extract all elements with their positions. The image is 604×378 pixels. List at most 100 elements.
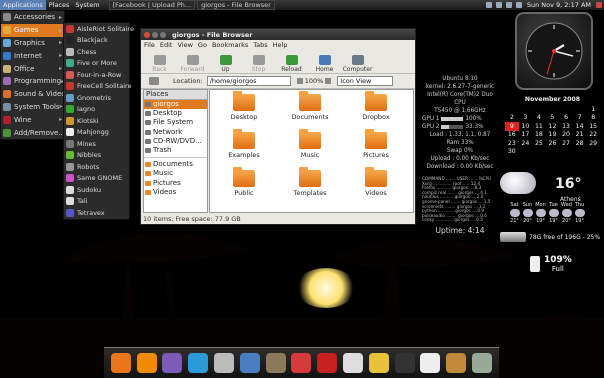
calendar-day[interactable] <box>546 105 560 114</box>
menu-item-nibbles[interactable]: Nibbles <box>64 150 129 162</box>
menu-item-four-in-a-row[interactable]: Four-in-a-Row <box>64 69 129 81</box>
menu-item-wine[interactable]: Wine ▸ <box>1 113 64 126</box>
menu-item-chess[interactable]: Chess <box>64 46 129 58</box>
calendar-day[interactable]: 27 <box>559 139 573 148</box>
menu-item-klotski[interactable]: Klotski <box>64 115 129 127</box>
cd-burner-icon[interactable] <box>343 353 364 373</box>
menu-item-same-gnome[interactable]: Same GNOME <box>64 173 129 185</box>
folder-documents[interactable]: Documents <box>280 91 340 121</box>
calendar-day[interactable] <box>519 148 533 157</box>
calendar-day[interactable]: 26 <box>546 139 560 148</box>
calendar-day[interactable] <box>573 148 587 157</box>
calendar-day[interactable]: 14 <box>573 122 587 131</box>
folder-dropbox[interactable]: Dropbox <box>346 91 406 121</box>
skype-icon[interactable] <box>188 353 209 373</box>
calendar-day[interactable]: 25 <box>532 139 546 148</box>
calendar-day[interactable]: 2 <box>505 114 519 123</box>
toggle-location-icon[interactable] <box>149 77 159 85</box>
calendar-day[interactable]: 6 <box>559 114 573 123</box>
menu-item-graphics[interactable]: Graphics ▸ <box>1 37 64 50</box>
menu-item-internet[interactable]: Internet ▸ <box>1 49 64 62</box>
folder-public[interactable]: Public <box>214 167 274 197</box>
calendar-day[interactable] <box>532 105 546 114</box>
usb-device-icon[interactable] <box>214 353 235 373</box>
minimize-icon[interactable] <box>152 31 158 38</box>
up-button[interactable]: Up <box>209 55 242 73</box>
folder-templates[interactable]: Templates <box>280 167 340 197</box>
chat-icon[interactable] <box>368 353 389 373</box>
calendar-day[interactable]: 21 <box>573 131 587 140</box>
package-icon[interactable] <box>446 353 467 373</box>
calendar-day[interactable] <box>532 148 546 157</box>
menu-item-robots[interactable]: Robots <box>64 161 129 173</box>
menu-help[interactable]: Help <box>273 41 288 49</box>
calendar-day[interactable]: 9 <box>505 122 519 131</box>
menu-item-programming[interactable]: Programming▸ <box>1 75 64 88</box>
firefox-icon[interactable] <box>110 353 131 373</box>
vlc-icon[interactable] <box>136 353 157 373</box>
menu-item-tetravex[interactable]: Tetravex <box>64 207 129 219</box>
calendar-day[interactable] <box>559 105 573 114</box>
menu-item-five-or-more[interactable]: Five or More <box>64 58 129 70</box>
calendar-day[interactable]: 11 <box>532 122 546 131</box>
menu-item-sound-video[interactable]: Sound & Video▸ <box>1 88 69 101</box>
calendar-day[interactable]: 15 <box>586 122 600 131</box>
calendar-day[interactable]: 7 <box>573 114 587 123</box>
system-menu[interactable]: System <box>72 0 102 10</box>
calendar-day[interactable]: 30 <box>505 148 519 157</box>
calendar-day[interactable]: 4 <box>532 114 546 123</box>
calendar-day[interactable] <box>505 105 519 114</box>
calendar-day[interactable] <box>546 148 560 157</box>
menu-tabs[interactable]: Tabs <box>253 41 267 49</box>
folder-examples[interactable]: Examples <box>214 129 274 159</box>
applications-menu[interactable]: Applications <box>0 0 46 10</box>
panel-clock[interactable]: Sun Nov 9, 2:17 AM <box>524 1 594 9</box>
calendar-day[interactable]: 22 <box>586 131 600 140</box>
places-menu[interactable]: Places <box>46 0 73 10</box>
menu-edit[interactable]: Edit <box>160 41 173 49</box>
sidebar-item-trash[interactable]: Trash <box>144 146 207 155</box>
gimp-icon[interactable] <box>265 353 286 373</box>
sidebar-header[interactable]: Places <box>144 90 207 100</box>
calendar-day[interactable] <box>573 105 587 114</box>
calendar-day[interactable]: 28 <box>573 139 587 148</box>
calendar-day[interactable] <box>559 148 573 157</box>
bookmark-videos[interactable]: Videos <box>144 188 207 197</box>
calendar-day[interactable]: 29 <box>586 139 600 148</box>
reload-button[interactable]: Reload <box>275 55 308 73</box>
menu-item-system-tools[interactable]: System Tools ▸ <box>1 101 64 114</box>
bookmark-music[interactable]: Music <box>144 169 207 178</box>
mail-icon[interactable] <box>505 2 512 8</box>
calendar-day[interactable]: 23 <box>505 139 519 148</box>
battery-icon[interactable] <box>515 2 522 8</box>
network-icon[interactable] <box>485 2 492 8</box>
sidebar-item-desktop[interactable]: Desktop <box>144 109 207 118</box>
sidebar-item-cd-rw-dvd[interactable]: CD-RW/DVD... <box>144 137 207 146</box>
terminal-icon[interactable] <box>394 353 415 373</box>
bookmark-documents[interactable]: Documents <box>144 160 207 169</box>
menu-item-blackjack[interactable]: Blackjack <box>64 35 129 47</box>
menu-item-gnometris[interactable]: Gnometris <box>64 92 129 104</box>
calendar-day[interactable]: 3 <box>519 114 533 123</box>
calendar-day[interactable] <box>586 148 600 157</box>
menu-item-iagno[interactable]: Iagno <box>64 104 129 116</box>
view-mode-select[interactable]: Icon View <box>337 76 394 86</box>
maximize-icon[interactable] <box>160 31 166 38</box>
book-icon[interactable] <box>317 353 338 373</box>
calendar-day[interactable]: 12 <box>546 122 560 131</box>
menu-item-sudoku[interactable]: Sudoku <box>64 184 129 196</box>
folder-music[interactable]: Music <box>280 129 340 159</box>
calendar-day[interactable]: 1 <box>586 105 600 114</box>
zoom-in-icon[interactable] <box>325 78 332 84</box>
calendar-day[interactable]: 16 <box>505 131 519 140</box>
calendar-day[interactable] <box>519 105 533 114</box>
menu-bookmarks[interactable]: Bookmarks <box>212 41 248 49</box>
pidgin-icon[interactable] <box>162 353 183 373</box>
calendar-day[interactable]: 20 <box>559 131 573 140</box>
computer-button[interactable]: Computer <box>341 55 374 73</box>
volume-icon[interactable] <box>495 2 502 8</box>
sidebar-item-giorgos[interactable]: giorgos <box>144 100 207 110</box>
taskbar-item-file-browser[interactable]: giorgos - File Browser <box>197 0 275 10</box>
calendar-day[interactable]: 24 <box>519 139 533 148</box>
menu-item-office[interactable]: Office ▸ <box>1 62 64 75</box>
